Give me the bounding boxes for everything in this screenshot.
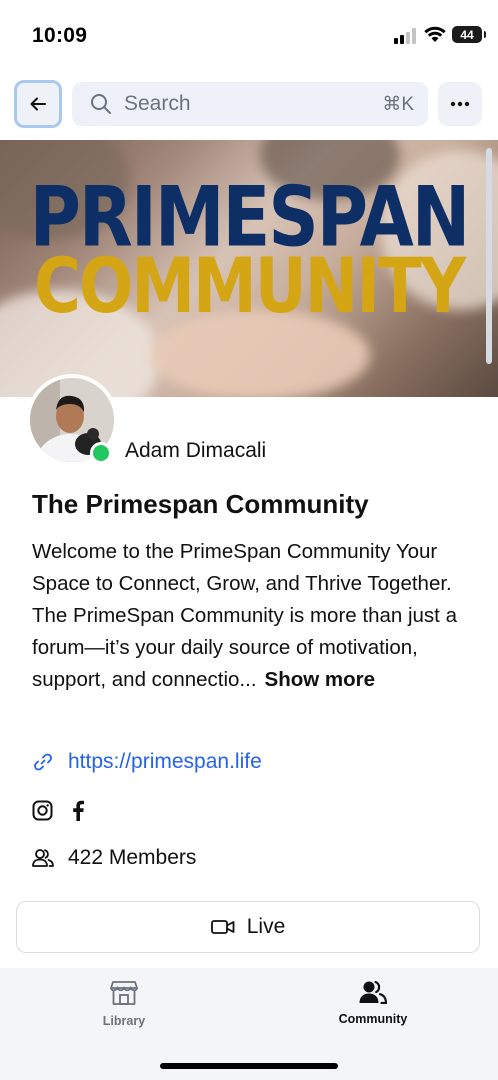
instagram-icon[interactable] xyxy=(32,800,53,821)
live-button[interactable]: Live xyxy=(16,901,480,953)
social-links xyxy=(32,800,85,821)
show-more-link[interactable]: Show more xyxy=(265,668,376,691)
community-description: Welcome to the PrimeSpan Community Your … xyxy=(32,536,472,696)
storefront-icon xyxy=(110,981,138,1005)
description-text: Welcome to the PrimeSpan Community Your … xyxy=(32,540,457,691)
arrow-left-icon xyxy=(30,97,46,111)
search-shortcut: ⌘K xyxy=(382,93,414,115)
community-banner: PRIMESPAN COMMUNITY xyxy=(0,140,498,397)
users-icon xyxy=(359,980,387,1004)
wifi-icon xyxy=(424,26,446,42)
scrollbar[interactable] xyxy=(486,148,492,364)
search-input[interactable]: Search ⌘K xyxy=(72,82,428,126)
top-toolbar: Search ⌘K xyxy=(0,68,498,140)
battery-icon: 44 xyxy=(452,26,486,43)
facebook-icon[interactable] xyxy=(71,800,85,821)
online-status-dot xyxy=(90,442,112,464)
cellular-signal-icon xyxy=(394,28,418,44)
website-link-text[interactable]: https://primespan.life xyxy=(68,750,262,774)
back-button[interactable] xyxy=(14,80,62,128)
banner-title-secondary: COMMUNITY xyxy=(33,243,466,331)
home-indicator[interactable] xyxy=(160,1063,338,1069)
video-camera-icon xyxy=(210,920,235,934)
website-link[interactable]: https://primespan.life xyxy=(32,750,262,774)
users-icon xyxy=(32,849,54,867)
owner-name[interactable]: Adam Dimacali xyxy=(125,439,266,463)
nav-label-library: Library xyxy=(102,1014,146,1028)
community-title: The Primespan Community xyxy=(32,489,369,519)
nav-item-community[interactable]: Community xyxy=(303,980,443,1026)
status-bar: 10:09 44 xyxy=(0,0,498,68)
nav-label-community: Community xyxy=(338,1012,408,1026)
nav-item-library[interactable]: Library xyxy=(54,980,194,1028)
status-time: 10:09 xyxy=(32,24,88,47)
link-icon xyxy=(34,753,52,771)
members-count[interactable]: 422 Members xyxy=(32,846,196,870)
search-placeholder: Search xyxy=(124,92,191,115)
members-count-text: 422 Members xyxy=(68,846,197,869)
live-button-label: Live xyxy=(246,915,286,938)
more-horizontal-icon xyxy=(450,101,470,107)
search-icon xyxy=(91,94,111,114)
more-button[interactable] xyxy=(438,82,482,126)
